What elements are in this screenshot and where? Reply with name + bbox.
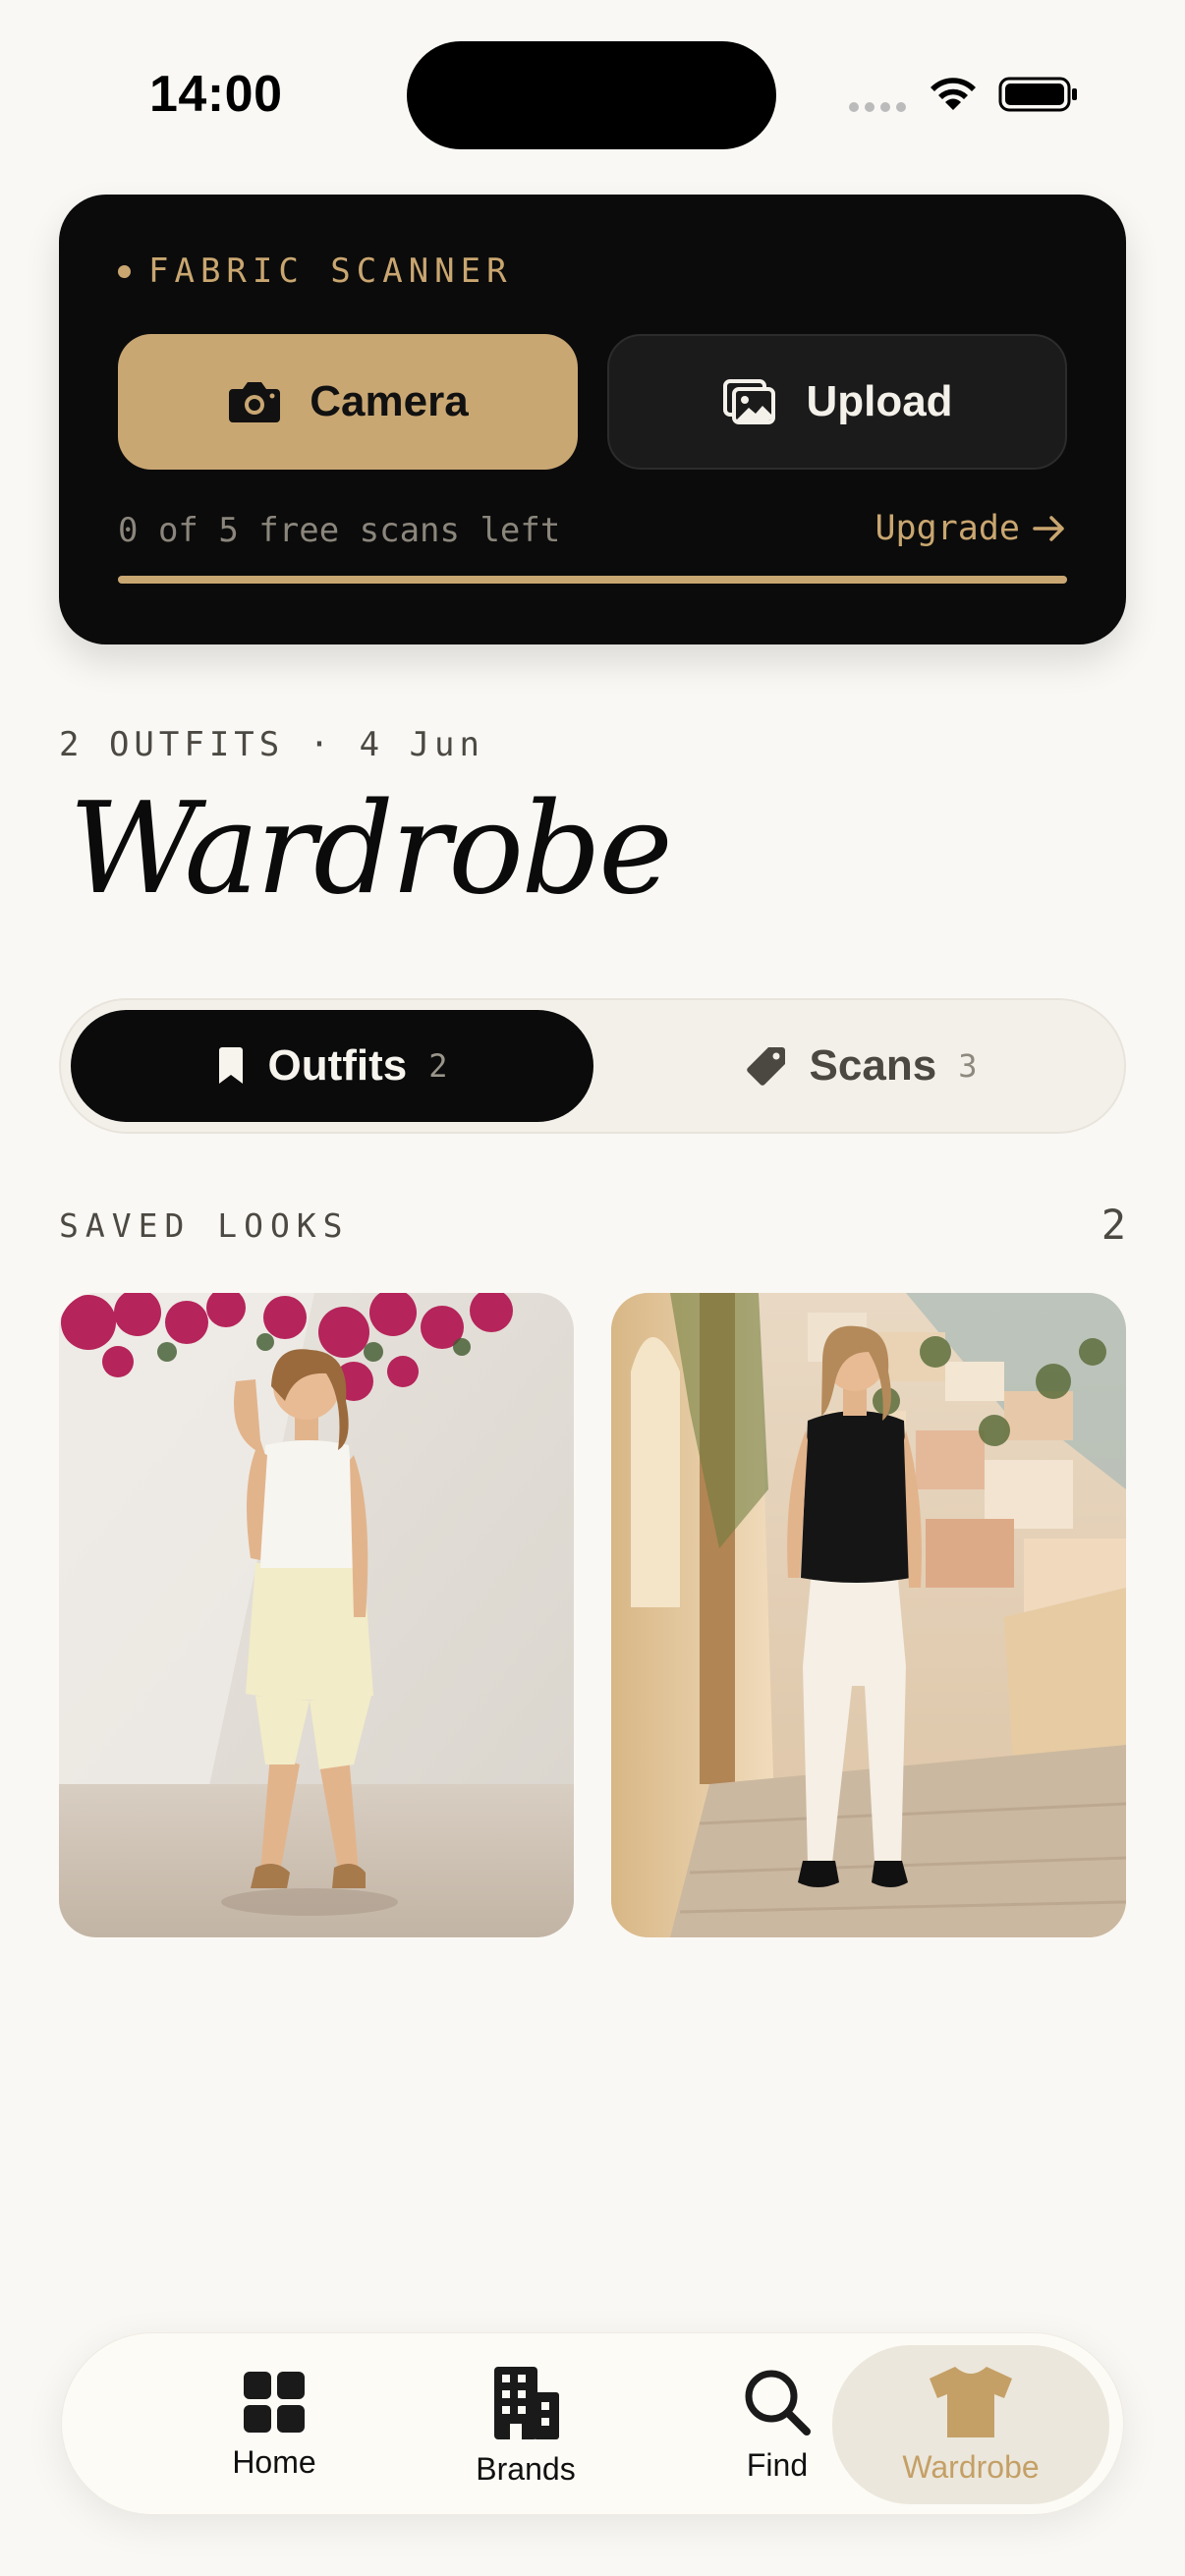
scanner-header: FABRIC SCANNER bbox=[118, 252, 513, 291]
dynamic-island bbox=[407, 41, 776, 149]
camera-button[interactable]: Camera bbox=[118, 334, 578, 470]
free-scans-remaining: 0 of 5 free scans left bbox=[118, 511, 561, 550]
search-icon bbox=[745, 2370, 811, 2436]
saved-looks-count: 2 bbox=[1100, 1201, 1126, 1249]
outfit-card[interactable] bbox=[59, 1293, 574, 1937]
outfit-card[interactable] bbox=[611, 1293, 1126, 1937]
upload-button-label: Upload bbox=[806, 377, 953, 425]
status-icons bbox=[849, 69, 1085, 118]
tab-scans[interactable]: Scans 3 bbox=[603, 1010, 1118, 1122]
status-time: 14:00 bbox=[149, 66, 283, 123]
tag-icon bbox=[746, 1047, 785, 1086]
bookmark-icon bbox=[219, 1047, 244, 1084]
grid-icon bbox=[244, 2371, 305, 2433]
tab-wardrobe[interactable]: Wardrobe bbox=[832, 2345, 1109, 2504]
tab-outfits-count: 2 bbox=[428, 1047, 448, 1085]
cellular-signal-icon bbox=[849, 102, 906, 112]
bottom-tab-bar: Home Brands Find Wardrobe bbox=[61, 2332, 1124, 2515]
page-title: Wardrobe bbox=[69, 776, 673, 923]
upgrade-label: Upgrade bbox=[875, 509, 1020, 548]
saved-looks-heading: SAVED LOOKS bbox=[59, 1206, 350, 1245]
upload-button[interactable]: Upload bbox=[607, 334, 1067, 470]
battery-icon bbox=[998, 77, 1077, 112]
tshirt-icon bbox=[930, 2366, 1012, 2437]
photos-icon bbox=[723, 379, 776, 424]
tab-wardrobe-label: Wardrobe bbox=[902, 2448, 1040, 2485]
tab-brands[interactable]: Brands bbox=[400, 2345, 651, 2504]
outfit-photo bbox=[611, 1293, 1126, 1937]
camera-icon bbox=[229, 382, 281, 422]
outfits-meta: 2 OUTFITS · 4 Jun bbox=[59, 725, 484, 764]
tab-home[interactable]: Home bbox=[148, 2345, 400, 2504]
scanner-title: FABRIC SCANNER bbox=[148, 252, 513, 291]
wifi-icon bbox=[931, 78, 976, 110]
building-icon bbox=[494, 2366, 559, 2439]
tab-outfits-label: Outfits bbox=[267, 1041, 408, 1090]
tab-find-label: Find bbox=[746, 2446, 809, 2483]
tab-home-label: Home bbox=[232, 2443, 316, 2480]
upgrade-link[interactable]: Upgrade bbox=[875, 509, 1067, 548]
scan-usage-progress-fill bbox=[118, 576, 1067, 584]
fabric-scanner-card: FABRIC SCANNER Camera Upload 0 of 5 free… bbox=[59, 195, 1126, 644]
tab-outfits[interactable]: Outfits 2 bbox=[71, 1010, 593, 1122]
tab-scans-count: 3 bbox=[958, 1047, 978, 1085]
scan-usage-progress bbox=[118, 576, 1067, 584]
camera-button-label: Camera bbox=[310, 377, 469, 425]
tab-scans-label: Scans bbox=[809, 1041, 937, 1090]
tab-brands-label: Brands bbox=[476, 2450, 576, 2487]
status-bar: 14:00 bbox=[0, 0, 1185, 187]
scanner-dot bbox=[118, 264, 131, 278]
view-segmented-control: Outfits 2 Scans 3 bbox=[59, 998, 1126, 1134]
arrow-right-icon bbox=[1033, 516, 1064, 541]
outfit-photo bbox=[59, 1293, 574, 1937]
